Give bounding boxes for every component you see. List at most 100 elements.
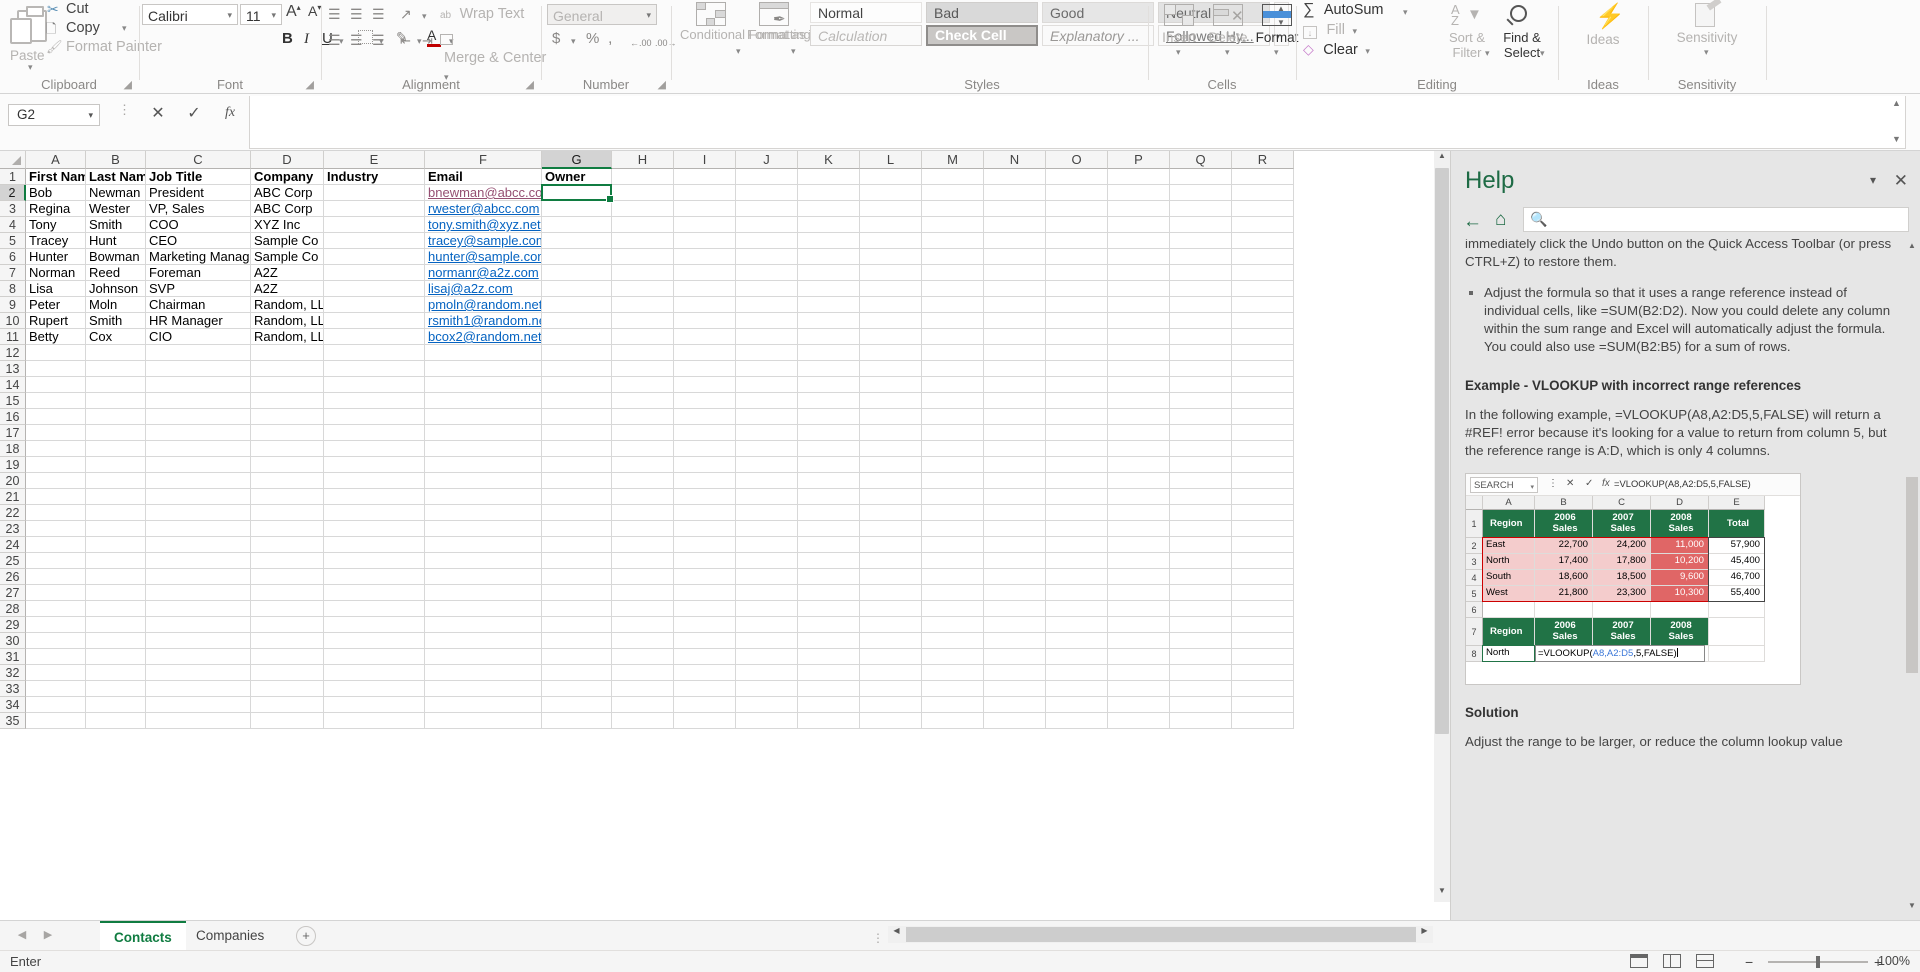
cell-F8[interactable]: lisaj@a2z.com xyxy=(425,281,542,297)
cell-C31[interactable] xyxy=(146,649,251,665)
percent-button[interactable]: % xyxy=(586,30,599,48)
cell-M13[interactable] xyxy=(922,361,984,377)
help-home-button[interactable]: ⌂ xyxy=(1495,209,1506,231)
cell-N6[interactable] xyxy=(984,249,1046,265)
formula-bar-grip[interactable]: ⋮ xyxy=(118,103,131,116)
cell-H32[interactable] xyxy=(612,665,674,681)
cell-E4[interactable] xyxy=(324,217,425,233)
cell-C22[interactable] xyxy=(146,505,251,521)
cell-G31[interactable] xyxy=(542,649,612,665)
cell-L19[interactable] xyxy=(860,457,922,473)
cell-K13[interactable] xyxy=(798,361,860,377)
cell-B16[interactable] xyxy=(86,409,146,425)
cell-B7[interactable]: Reed xyxy=(86,265,146,281)
cell-M12[interactable] xyxy=(922,345,984,361)
cell-P21[interactable] xyxy=(1108,489,1170,505)
cell-A11[interactable]: Betty xyxy=(26,329,86,345)
cell-O22[interactable] xyxy=(1046,505,1108,521)
cell-Q12[interactable] xyxy=(1170,345,1232,361)
first-sheet-button[interactable]: ◀ xyxy=(14,928,30,941)
cell-C18[interactable] xyxy=(146,441,251,457)
column-header-k[interactable]: K xyxy=(798,151,860,169)
cell-M5[interactable] xyxy=(922,233,984,249)
cell-D30[interactable] xyxy=(251,633,324,649)
cell-F17[interactable] xyxy=(425,425,542,441)
cell-R31[interactable] xyxy=(1232,649,1294,665)
cell-B21[interactable] xyxy=(86,489,146,505)
cell-L17[interactable] xyxy=(860,425,922,441)
cell-I9[interactable] xyxy=(674,297,736,313)
cell-D28[interactable] xyxy=(251,601,324,617)
cell-M20[interactable] xyxy=(922,473,984,489)
cell-E32[interactable] xyxy=(324,665,425,681)
cell-P24[interactable] xyxy=(1108,537,1170,553)
cell-E31[interactable] xyxy=(324,649,425,665)
cell-I10[interactable] xyxy=(674,313,736,329)
cell-P29[interactable] xyxy=(1108,617,1170,633)
cell-M27[interactable] xyxy=(922,585,984,601)
cell-I29[interactable] xyxy=(674,617,736,633)
cell-L30[interactable] xyxy=(860,633,922,649)
cell-I13[interactable] xyxy=(674,361,736,377)
cell-O14[interactable] xyxy=(1046,377,1108,393)
cell-O16[interactable] xyxy=(1046,409,1108,425)
cell-L4[interactable] xyxy=(860,217,922,233)
cell-G1[interactable]: Owner xyxy=(542,169,612,185)
cell-J29[interactable] xyxy=(736,617,798,633)
cell-R14[interactable] xyxy=(1232,377,1294,393)
cell-N16[interactable] xyxy=(984,409,1046,425)
cell-N26[interactable] xyxy=(984,569,1046,585)
cell-F25[interactable] xyxy=(425,553,542,569)
cell-F28[interactable] xyxy=(425,601,542,617)
column-header-r[interactable]: R xyxy=(1232,151,1294,169)
cell-G34[interactable] xyxy=(542,697,612,713)
cell-L12[interactable] xyxy=(860,345,922,361)
cell-C19[interactable] xyxy=(146,457,251,473)
cell-K24[interactable] xyxy=(798,537,860,553)
cell-B10[interactable]: Smith xyxy=(86,313,146,329)
cell-K27[interactable] xyxy=(798,585,860,601)
cell-A35[interactable] xyxy=(26,713,86,729)
cell-N23[interactable] xyxy=(984,521,1046,537)
cell-B9[interactable]: Moln xyxy=(86,297,146,313)
clear-button[interactable]: ◇ Clear ▾ xyxy=(1303,41,1370,59)
cell-B2[interactable]: Newman xyxy=(86,185,146,201)
cell-J14[interactable] xyxy=(736,377,798,393)
row-header-11[interactable]: 11 xyxy=(0,329,26,345)
cell-A24[interactable] xyxy=(26,537,86,553)
cell-K5[interactable] xyxy=(798,233,860,249)
cell-E10[interactable] xyxy=(324,313,425,329)
row-header-10[interactable]: 10 xyxy=(0,313,26,329)
cell-R20[interactable] xyxy=(1232,473,1294,489)
cell-N24[interactable] xyxy=(984,537,1046,553)
cell-E20[interactable] xyxy=(324,473,425,489)
cell-M15[interactable] xyxy=(922,393,984,409)
cell-R22[interactable] xyxy=(1232,505,1294,521)
cell-L22[interactable] xyxy=(860,505,922,521)
cell-F5[interactable]: tracey@sample.com xyxy=(425,233,542,249)
column-header-c[interactable]: C xyxy=(146,151,251,169)
cell-K26[interactable] xyxy=(798,569,860,585)
cell-H28[interactable] xyxy=(612,601,674,617)
row-header-15[interactable]: 15 xyxy=(0,393,26,409)
cell-L5[interactable] xyxy=(860,233,922,249)
cell-D34[interactable] xyxy=(251,697,324,713)
cell-M16[interactable] xyxy=(922,409,984,425)
cell-J6[interactable] xyxy=(736,249,798,265)
insert-function-button[interactable]: fx xyxy=(212,103,248,127)
cell-G25[interactable] xyxy=(542,553,612,569)
cell-D22[interactable] xyxy=(251,505,324,521)
cell-N20[interactable] xyxy=(984,473,1046,489)
cell-N9[interactable] xyxy=(984,297,1046,313)
cell-N11[interactable] xyxy=(984,329,1046,345)
cell-B12[interactable] xyxy=(86,345,146,361)
help-search-input[interactable]: 🔍 xyxy=(1523,207,1909,232)
cell-A16[interactable] xyxy=(26,409,86,425)
cell-O34[interactable] xyxy=(1046,697,1108,713)
cell-style-good[interactable]: Good xyxy=(1042,2,1154,23)
row-header-31[interactable]: 31 xyxy=(0,649,26,665)
cell-R7[interactable] xyxy=(1232,265,1294,281)
cell-K20[interactable] xyxy=(798,473,860,489)
cell-H34[interactable] xyxy=(612,697,674,713)
cell-J9[interactable] xyxy=(736,297,798,313)
